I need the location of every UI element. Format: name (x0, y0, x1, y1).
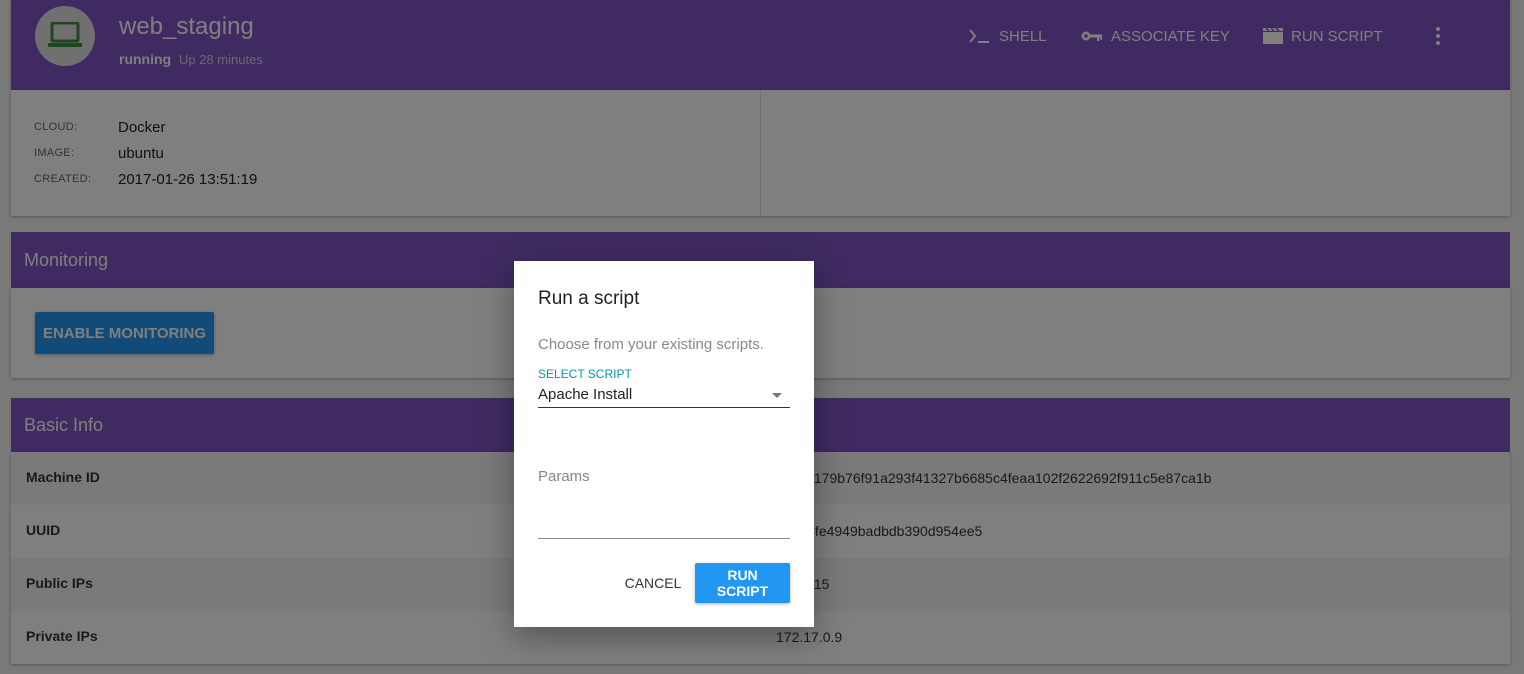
script-select[interactable]: Apache Install (538, 383, 790, 408)
dialog-title: Run a script (538, 288, 640, 309)
params-label: Params (538, 468, 590, 485)
dropdown-arrow-icon (772, 393, 782, 398)
params-input[interactable]: Params (538, 461, 790, 539)
run-script-button[interactable]: RUN SCRIPT (695, 563, 790, 603)
dialog-description: Choose from your existing scripts. (538, 336, 764, 353)
select-script-label: SELECT SCRIPT (538, 367, 632, 381)
cancel-button[interactable]: CANCEL (616, 563, 690, 603)
run-script-dialog: Run a script Choose from your existing s… (514, 261, 814, 627)
selected-script-value: Apache Install (538, 386, 633, 403)
